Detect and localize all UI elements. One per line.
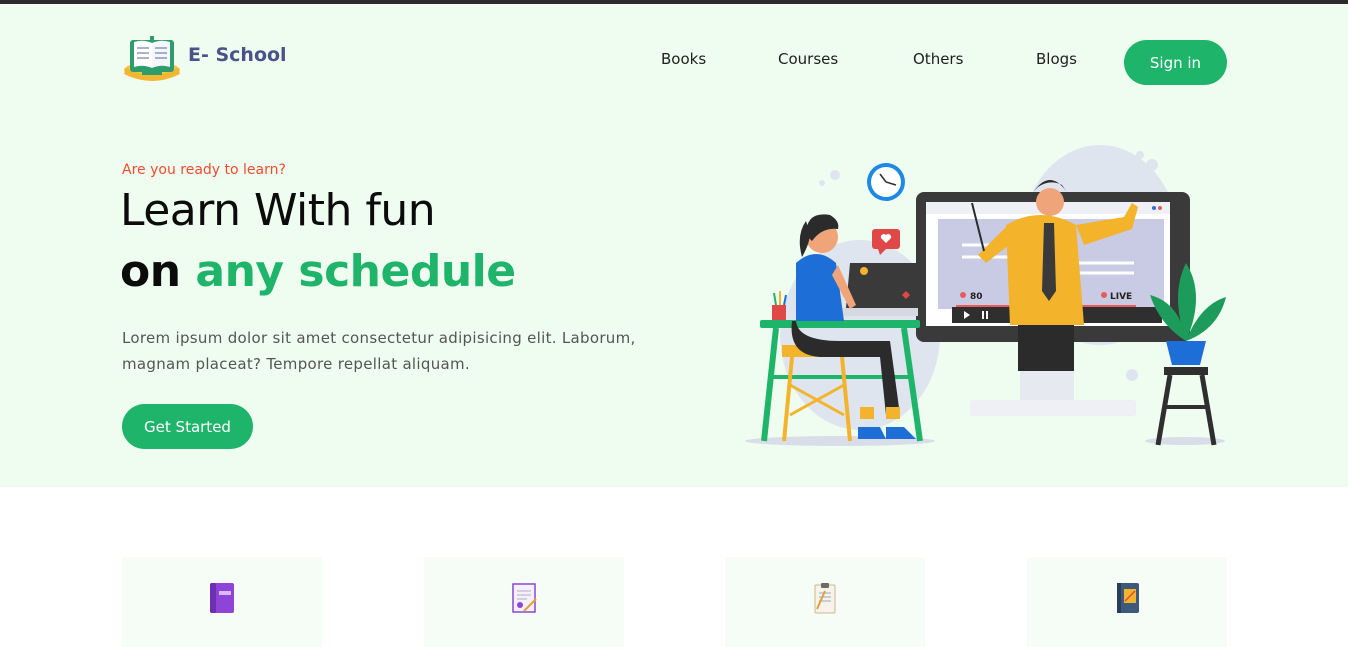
viewer-count: 80: [970, 292, 983, 302]
hero-title-accent: any schedule: [195, 246, 516, 297]
nav-link-blogs[interactable]: Blogs: [1036, 50, 1077, 68]
feature-card[interactable]: [1027, 557, 1227, 647]
notebook-icon: [1117, 583, 1139, 613]
notepad-icon: [814, 583, 836, 614]
book-icon: [210, 583, 234, 613]
online-learning-illustration: 80 LIVE: [745, 145, 1226, 446]
hero-title-line2: on any schedule: [120, 246, 516, 297]
live-label: LIVE: [1110, 292, 1132, 302]
nav-link-courses[interactable]: Courses: [778, 50, 838, 68]
feature-card[interactable]: [122, 557, 322, 647]
sign-in-button[interactable]: Sign in: [1124, 40, 1227, 85]
feature-card[interactable]: [725, 557, 925, 647]
hero-eyebrow: Are you ready to learn?: [122, 162, 286, 178]
certificate-icon: [512, 583, 537, 613]
clock-icon: [867, 163, 905, 201]
hero-description: Lorem ipsum dolor sit amet consectetur a…: [122, 329, 636, 373]
nav-link-others[interactable]: Others: [913, 50, 963, 68]
get-started-button[interactable]: Get Started: [122, 404, 253, 449]
feature-card[interactable]: [424, 557, 624, 647]
hero-title-prefix: on: [120, 246, 196, 297]
nav-link-books[interactable]: Books: [661, 50, 706, 68]
hero-title-line1: Learn With fun: [120, 185, 436, 236]
